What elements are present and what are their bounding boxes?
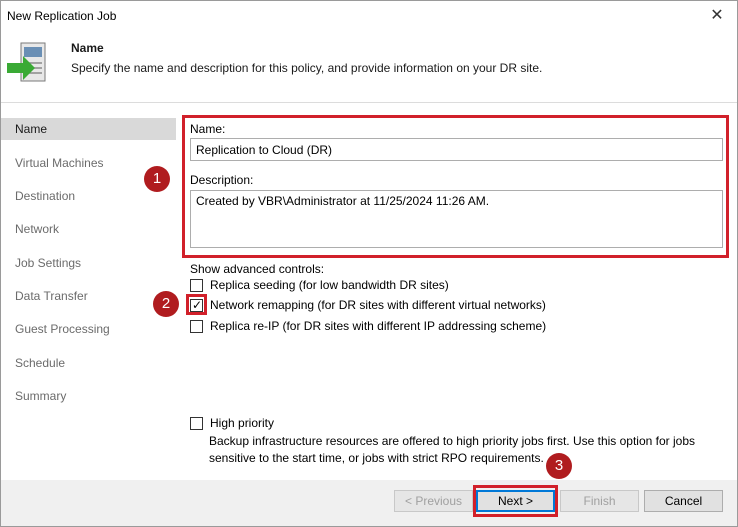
name-input[interactable] <box>190 138 723 161</box>
sidebar-item-job-settings[interactable]: Job Settings <box>1 252 176 274</box>
replica-seeding-option[interactable]: Replica seeding (for low bandwidth DR si… <box>190 278 590 294</box>
page-title: Name <box>71 41 104 55</box>
high-priority-help-line-1: Backup infrastructure resources are offe… <box>209 434 696 448</box>
high-priority-option[interactable]: High priority <box>190 416 390 432</box>
network-remapping-checkbox[interactable]: ✓ <box>190 298 203 312</box>
window-title: New Replication Job <box>7 9 117 23</box>
checkmark-icon: ✓ <box>192 298 203 312</box>
wizard-header: Name Specify the name and description fo… <box>1 31 737 103</box>
name-label: Name: <box>190 122 226 136</box>
previous-button[interactable]: < Previous <box>394 490 473 512</box>
name-step-content: Name: Description: Created by VBR\Admini… <box>180 104 737 480</box>
replication-job-icon <box>7 42 46 82</box>
new-replication-job-window: New Replication Job ✕ Name Specify the n… <box>0 0 738 527</box>
page-description: Specify the name and description for thi… <box>71 61 543 75</box>
replica-seeding-checkbox[interactable] <box>190 279 203 292</box>
network-remapping-option[interactable]: ✓ Network remapping (for DR sites with d… <box>190 298 590 314</box>
advanced-controls-label: Show advanced controls: <box>190 262 325 276</box>
cancel-button[interactable]: Cancel <box>644 490 723 512</box>
sidebar-item-schedule[interactable]: Schedule <box>1 352 176 374</box>
sidebar-item-summary[interactable]: Summary <box>1 385 176 407</box>
sidebar-item-name[interactable]: Name <box>1 118 176 140</box>
replica-seeding-label: Replica seeding (for low bandwidth DR si… <box>210 278 449 292</box>
sidebar-item-data-transfer[interactable]: Data Transfer <box>1 285 176 307</box>
high-priority-label: High priority <box>210 416 275 430</box>
close-icon[interactable]: ✕ <box>707 6 727 26</box>
title-bar: New Replication Job ✕ <box>1 1 737 31</box>
wizard-footer: < Previous Next > Finish Cancel <box>1 480 737 526</box>
finish-button[interactable]: Finish <box>560 490 639 512</box>
annotation-marker-2: 2 <box>153 291 179 317</box>
sidebar-item-network[interactable]: Network <box>1 218 176 240</box>
annotation-marker-1: 1 <box>144 166 170 192</box>
sidebar-item-guest-processing[interactable]: Guest Processing <box>1 318 176 340</box>
network-remapping-label: Network remapping (for DR sites with dif… <box>210 298 546 312</box>
replica-reip-label: Replica re-IP (for DR sites with differe… <box>210 319 547 333</box>
next-button[interactable]: Next > <box>476 490 555 512</box>
annotation-marker-3: 3 <box>546 453 572 479</box>
high-priority-checkbox[interactable] <box>190 417 203 430</box>
high-priority-help-line-2: sensitive to the start time, or jobs wit… <box>209 451 544 465</box>
description-label: Description: <box>190 173 254 187</box>
replica-reip-checkbox[interactable] <box>190 320 203 333</box>
replica-reip-option[interactable]: Replica re-IP (for DR sites with differe… <box>190 319 590 335</box>
description-input[interactable]: Created by VBR\Administrator at 11/25/20… <box>190 190 723 248</box>
